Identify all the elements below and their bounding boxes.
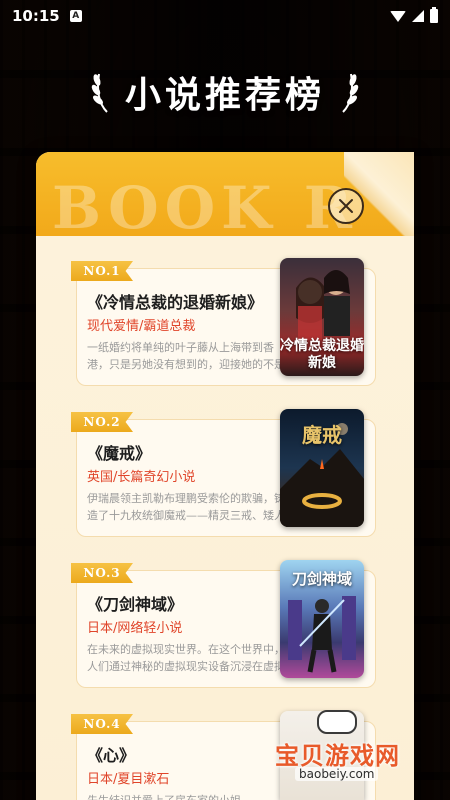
laurel-right-icon bbox=[342, 73, 359, 113]
rank-badge: NO.2 bbox=[71, 412, 133, 432]
page-header: 小说推荐榜 bbox=[0, 66, 450, 118]
status-icons bbox=[390, 7, 438, 23]
notification-icon: A bbox=[69, 10, 82, 22]
book-title: 《魔戒》 bbox=[87, 444, 152, 463]
watermark: 宝贝游戏网 baobeiy.com bbox=[275, 710, 445, 790]
close-icon bbox=[339, 199, 353, 213]
book-cover-1[interactable]: 冷情总裁退婚新娘 bbox=[280, 258, 364, 376]
page-title: 小说推荐榜 bbox=[124, 75, 325, 116]
cover-title: 刀剑神域 bbox=[291, 570, 352, 588]
book-title: 《心》 bbox=[87, 746, 136, 765]
book-description: 先生结识并爱上了房东家的小姐， bbox=[87, 792, 287, 800]
book-cover-3[interactable]: 刀剑神域 bbox=[280, 560, 364, 678]
status-bar: 10:15 A bbox=[0, 0, 450, 32]
book-genre: 日本/夏目漱石 bbox=[87, 772, 170, 787]
book-genre: 英国/长篇奇幻小说 bbox=[87, 470, 196, 485]
laurel-left-icon bbox=[91, 73, 108, 113]
book-cover-2[interactable]: 魔戒 bbox=[280, 409, 364, 527]
book-description: 在未来的虚拟现实世界。在这个世界中，人们通过神秘的虚拟现实设备沉浸在虚拟游戏世界… bbox=[87, 643, 285, 673]
rank-badge: NO.1 bbox=[71, 261, 133, 281]
rank-badge: NO.3 bbox=[71, 563, 133, 583]
battery-icon bbox=[430, 7, 438, 23]
close-button[interactable] bbox=[328, 188, 364, 224]
gamepad-icon bbox=[317, 710, 357, 734]
wifi-icon bbox=[390, 10, 406, 22]
watermark-main: 宝贝游戏网 bbox=[275, 742, 400, 770]
cover-title: 魔戒 bbox=[302, 423, 342, 447]
cover-title: 冷情总裁退婚新娘 bbox=[280, 338, 364, 371]
watermark-sub: baobeiy.com bbox=[295, 767, 379, 781]
book-description: 伊瑞晨领主凯勒布理鹏受索伦的欺骗，铸造了十九枚统御魔戒——精灵三戒、矮人七戒和人… bbox=[87, 492, 285, 522]
book-genre: 日本/网络轻小说 bbox=[87, 621, 183, 636]
book-title: 《刀剑神域》 bbox=[87, 595, 184, 614]
book-title: 《冷情总裁的退婚新娘》 bbox=[87, 293, 264, 312]
banner-decor-text: BOOK R bbox=[52, 174, 358, 236]
rank-badge: NO.4 bbox=[71, 714, 133, 734]
book-description: 一纸婚约将单纯的叶子藤从上海带到香港，只是另她没有想到的，迎接她的不是豪华的爱情… bbox=[87, 341, 285, 371]
book-genre: 现代爱情/霸道总裁 bbox=[87, 319, 196, 334]
signal-icon bbox=[412, 10, 424, 22]
status-time: 10:15 bbox=[12, 7, 60, 25]
